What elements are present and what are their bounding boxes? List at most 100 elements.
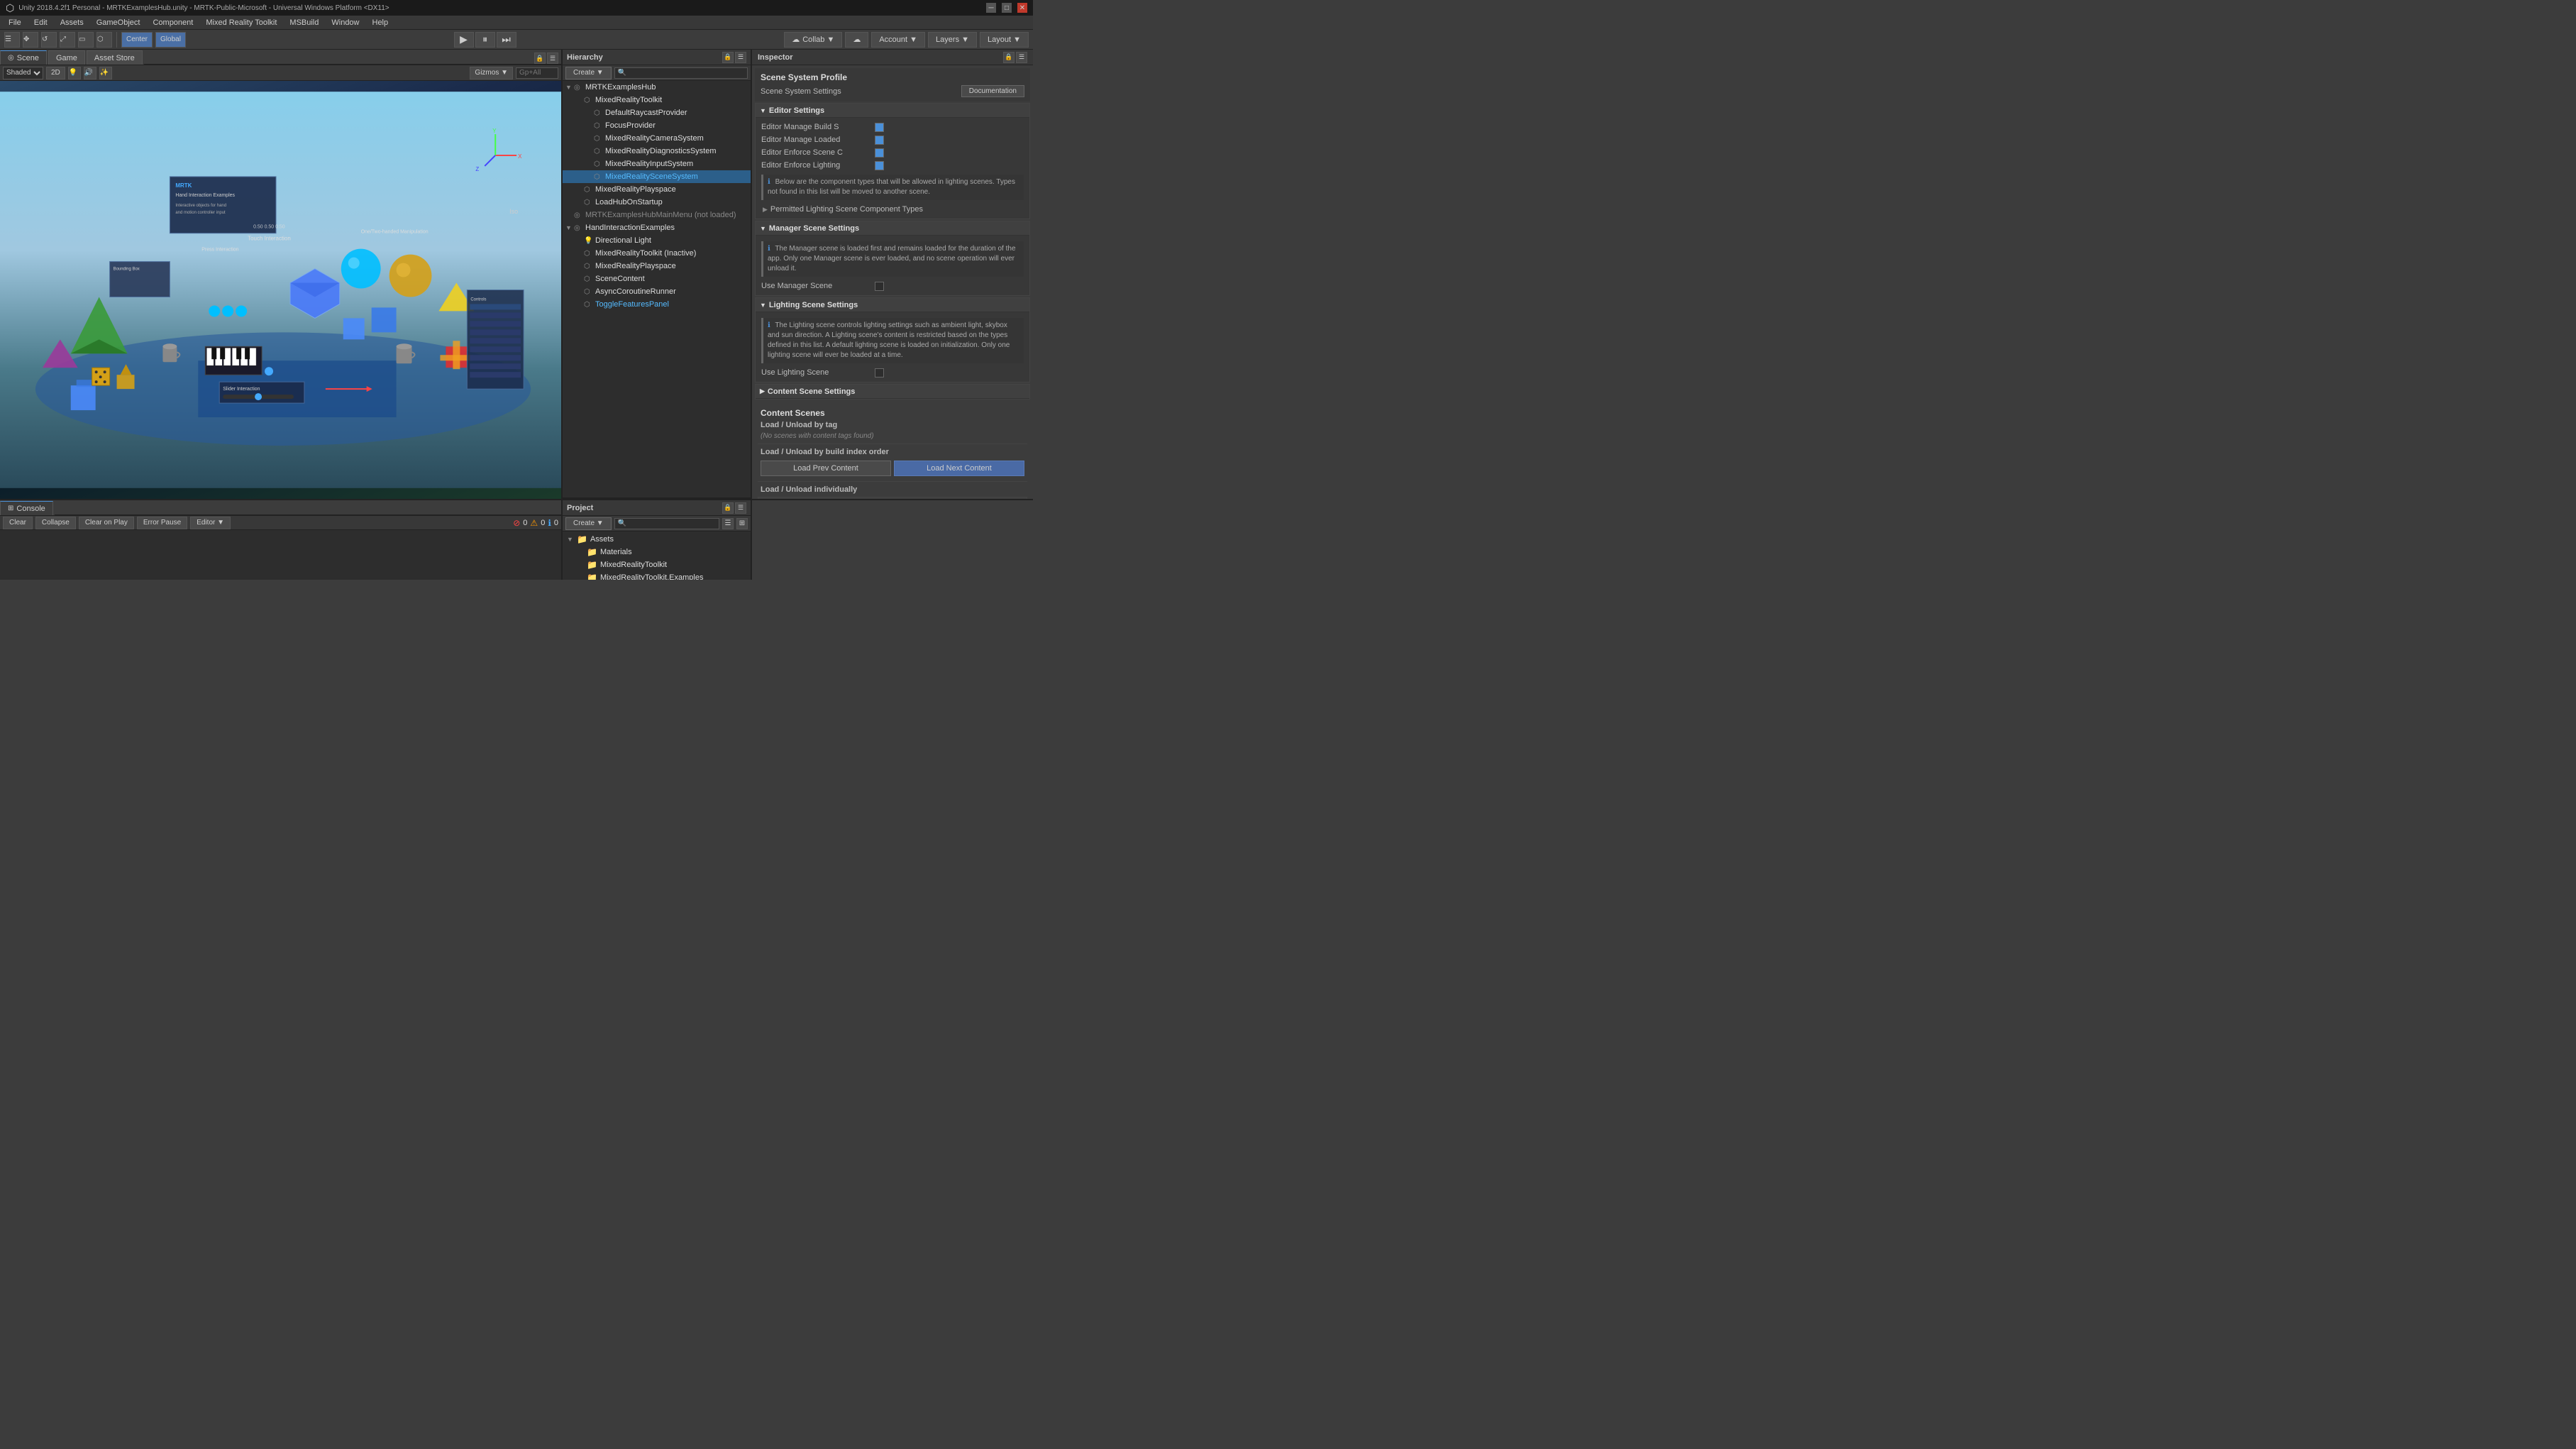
scene-search[interactable]: [516, 67, 558, 79]
permitted-lighting-header[interactable]: ▶ Permitted Lighting Scene Component Typ…: [761, 203, 1024, 216]
hierarchy-item-directionallight[interactable]: 💡Directional Light: [563, 234, 751, 247]
scene-lock-button[interactable]: 🔒: [534, 53, 546, 64]
manager-scene-header[interactable]: ▼ Manager Scene Settings: [756, 221, 1029, 236]
lighting-scene-header[interactable]: ▼ Lighting Scene Settings: [756, 298, 1029, 312]
scene-menu-button[interactable]: ☰: [547, 53, 558, 64]
cloud-button[interactable]: ☁: [845, 32, 868, 48]
toolbar-scale-tool[interactable]: ⤢: [60, 32, 75, 48]
tab-scene[interactable]: ◎ Scene: [0, 50, 47, 65]
editor-settings-header[interactable]: ▼ Editor Settings: [756, 104, 1029, 118]
hierarchy-item-mixedrealitytoolkit[interactable]: ⬡MixedRealityToolkit: [563, 94, 751, 106]
hierarchy-item-handinteractionexamples[interactable]: ▼◎HandInteractionExamples: [563, 221, 751, 234]
menu-assets[interactable]: Assets: [55, 16, 89, 30]
manage-build-checkbox[interactable]: [875, 123, 884, 132]
project-create-btn[interactable]: Create ▼: [565, 517, 612, 530]
project-icon-view-btn[interactable]: ⊞: [736, 518, 748, 529]
load-prev-button[interactable]: Load Prev Content: [761, 461, 891, 476]
toolbar-hand-tool[interactable]: ☰: [4, 32, 20, 48]
hierarchy-item-mrtkexampleshub[interactable]: ▼◎MRTKExamplesHub: [563, 81, 751, 94]
fx-button[interactable]: ✨: [99, 67, 112, 79]
toolbar-transform-tool[interactable]: ⬡: [96, 32, 112, 48]
hierarchy-item-mixedrealityscenesystem[interactable]: ⬡MixedRealitySceneSystem: [563, 170, 751, 183]
content-scenes-title: Content Scenes: [758, 404, 1027, 419]
layers-button[interactable]: Layers ▼: [928, 32, 977, 48]
menu-msbuild[interactable]: MSBuild: [284, 16, 324, 30]
editor-dropdown[interactable]: Editor ▼: [190, 517, 231, 529]
step-button[interactable]: ⏭: [497, 32, 516, 48]
tab-game[interactable]: Game: [48, 50, 85, 65]
audio-button[interactable]: 🔊: [84, 67, 96, 79]
project-menu-btn[interactable]: ☰: [735, 502, 746, 514]
toolbar-center-btn[interactable]: Center: [121, 32, 153, 48]
gizmos-dropdown[interactable]: Gizmos ▼: [470, 67, 513, 79]
hier-label-mixedrealitycamerasystem: MixedRealityCameraSystem: [605, 134, 704, 143]
project-lock-btn[interactable]: 🔒: [722, 502, 734, 514]
hierarchy-item-mixedrealityinputsystem[interactable]: ⬡MixedRealityInputSystem: [563, 158, 751, 170]
manage-loaded-checkbox[interactable]: [875, 136, 884, 145]
project-folder-1[interactable]: 📁Materials: [564, 546, 749, 558]
hierarchy-item-scenecontent[interactable]: ⬡SceneContent: [563, 272, 751, 285]
tab-console[interactable]: ⊞ Console: [0, 501, 53, 515]
menu-gameobject[interactable]: GameObject: [91, 16, 146, 30]
toolbar-rect-tool[interactable]: ▭: [78, 32, 94, 48]
close-button[interactable]: ✕: [1017, 3, 1027, 13]
tab-asset-store[interactable]: Asset Store: [87, 50, 143, 65]
lighting-button[interactable]: 💡: [68, 67, 81, 79]
error-pause-button[interactable]: Error Pause: [137, 517, 187, 529]
hierarchy-title: Hierarchy: [567, 53, 603, 62]
menu-file[interactable]: File: [3, 16, 27, 30]
hierarchy-menu-btn[interactable]: ☰: [735, 52, 746, 63]
clear-button[interactable]: Clear: [3, 517, 33, 529]
hierarchy-item-mrtkexampleshubmainmenu[interactable]: ◎MRTKExamplesHubMainMenu (not loaded): [563, 209, 751, 221]
hierarchy-item-mixedrealityplayspace2[interactable]: ⬡MixedRealityPlayspace: [563, 260, 751, 272]
use-lighting-checkbox[interactable]: [875, 368, 884, 378]
use-manager-checkbox[interactable]: [875, 282, 884, 291]
toolbar-move-tool[interactable]: ✥: [23, 32, 38, 48]
enforce-lighting-checkbox[interactable]: [875, 161, 884, 170]
account-button[interactable]: Account ▼: [871, 32, 925, 48]
minimize-button[interactable]: ─: [986, 3, 996, 13]
hierarchy-search[interactable]: [614, 67, 748, 79]
inspector-menu-btn[interactable]: ☰: [1016, 52, 1027, 63]
menu-component[interactable]: Component: [147, 16, 199, 30]
menu-help[interactable]: Help: [367, 16, 394, 30]
hierarchy-item-asynccoroutinerunner[interactable]: ⬡AsyncCoroutineRunner: [563, 285, 751, 298]
hierarchy-item-defaultraycastprovider[interactable]: ⬡DefaultRaycastProvider: [563, 106, 751, 119]
hierarchy-item-focusprovider[interactable]: ⬡FocusProvider: [563, 119, 751, 132]
hierarchy-item-mixedrealitydiagnosticssystem[interactable]: ⬡MixedRealityDiagnosticsSystem: [563, 145, 751, 158]
menu-mrtk[interactable]: Mixed Reality Toolkit: [200, 16, 282, 30]
hierarchy-item-mixedrealityplayspace[interactable]: ⬡MixedRealityPlayspace: [563, 183, 751, 196]
play-button[interactable]: ▶: [454, 32, 474, 48]
collab-button[interactable]: ☁ Collab ▼: [784, 32, 842, 48]
toolbar-rotate-tool[interactable]: ↺: [41, 32, 57, 48]
project-folder-0[interactable]: ▼📁Assets: [564, 533, 749, 546]
project-list-view-btn[interactable]: ☰: [722, 518, 734, 529]
project-folder-2[interactable]: 📁MixedRealityToolkit: [564, 558, 749, 571]
hierarchy-item-mixedrealitycamerasystem[interactable]: ⬡MixedRealityCameraSystem: [563, 132, 751, 145]
shaded-dropdown[interactable]: Shaded: [3, 67, 43, 79]
hierarchy-create-btn[interactable]: Create ▼: [565, 67, 612, 79]
menu-edit[interactable]: Edit: [28, 16, 53, 30]
documentation-button[interactable]: Documentation: [961, 85, 1024, 97]
enforce-scene-checkbox[interactable]: [875, 148, 884, 158]
load-next-button[interactable]: Load Next Content: [894, 461, 1024, 476]
hierarchy-lock-btn[interactable]: 🔒: [722, 52, 734, 63]
collapse-button[interactable]: Collapse: [35, 517, 76, 529]
maximize-button[interactable]: □: [1002, 3, 1012, 13]
menu-window[interactable]: Window: [326, 16, 365, 30]
pause-button[interactable]: ⏸: [475, 32, 495, 48]
toolbar-global-btn[interactable]: Global: [155, 32, 186, 48]
hier-label-mixedrealityscenesystem: MixedRealitySceneSystem: [605, 172, 698, 181]
hierarchy-item-togglefeaturespanel[interactable]: ⬡ToggleFeaturesPanel: [563, 298, 751, 311]
scene-tabs: ◎ Scene Game Asset Store 🔒 ☰: [0, 50, 561, 65]
2d-button[interactable]: 2D: [46, 67, 65, 79]
layout-button[interactable]: Layout ▼: [980, 32, 1029, 48]
content-scene-header[interactable]: ▶ Content Scene Settings: [756, 385, 1029, 399]
hierarchy-item-mixedreality_inactive[interactable]: ⬡MixedRealityToolkit (Inactive): [563, 247, 751, 260]
hierarchy-item-loadhubonstartup[interactable]: ⬡LoadHubOnStartup: [563, 196, 751, 209]
clear-on-play-button[interactable]: Clear on Play: [79, 517, 134, 529]
project-search[interactable]: [614, 518, 719, 529]
content-list-header[interactable]: HandInteractionExamples: [758, 497, 1027, 499]
inspector-lock-btn[interactable]: 🔒: [1003, 52, 1015, 63]
project-folder-3[interactable]: 📁MixedRealityToolkit.Examples: [564, 571, 749, 580]
